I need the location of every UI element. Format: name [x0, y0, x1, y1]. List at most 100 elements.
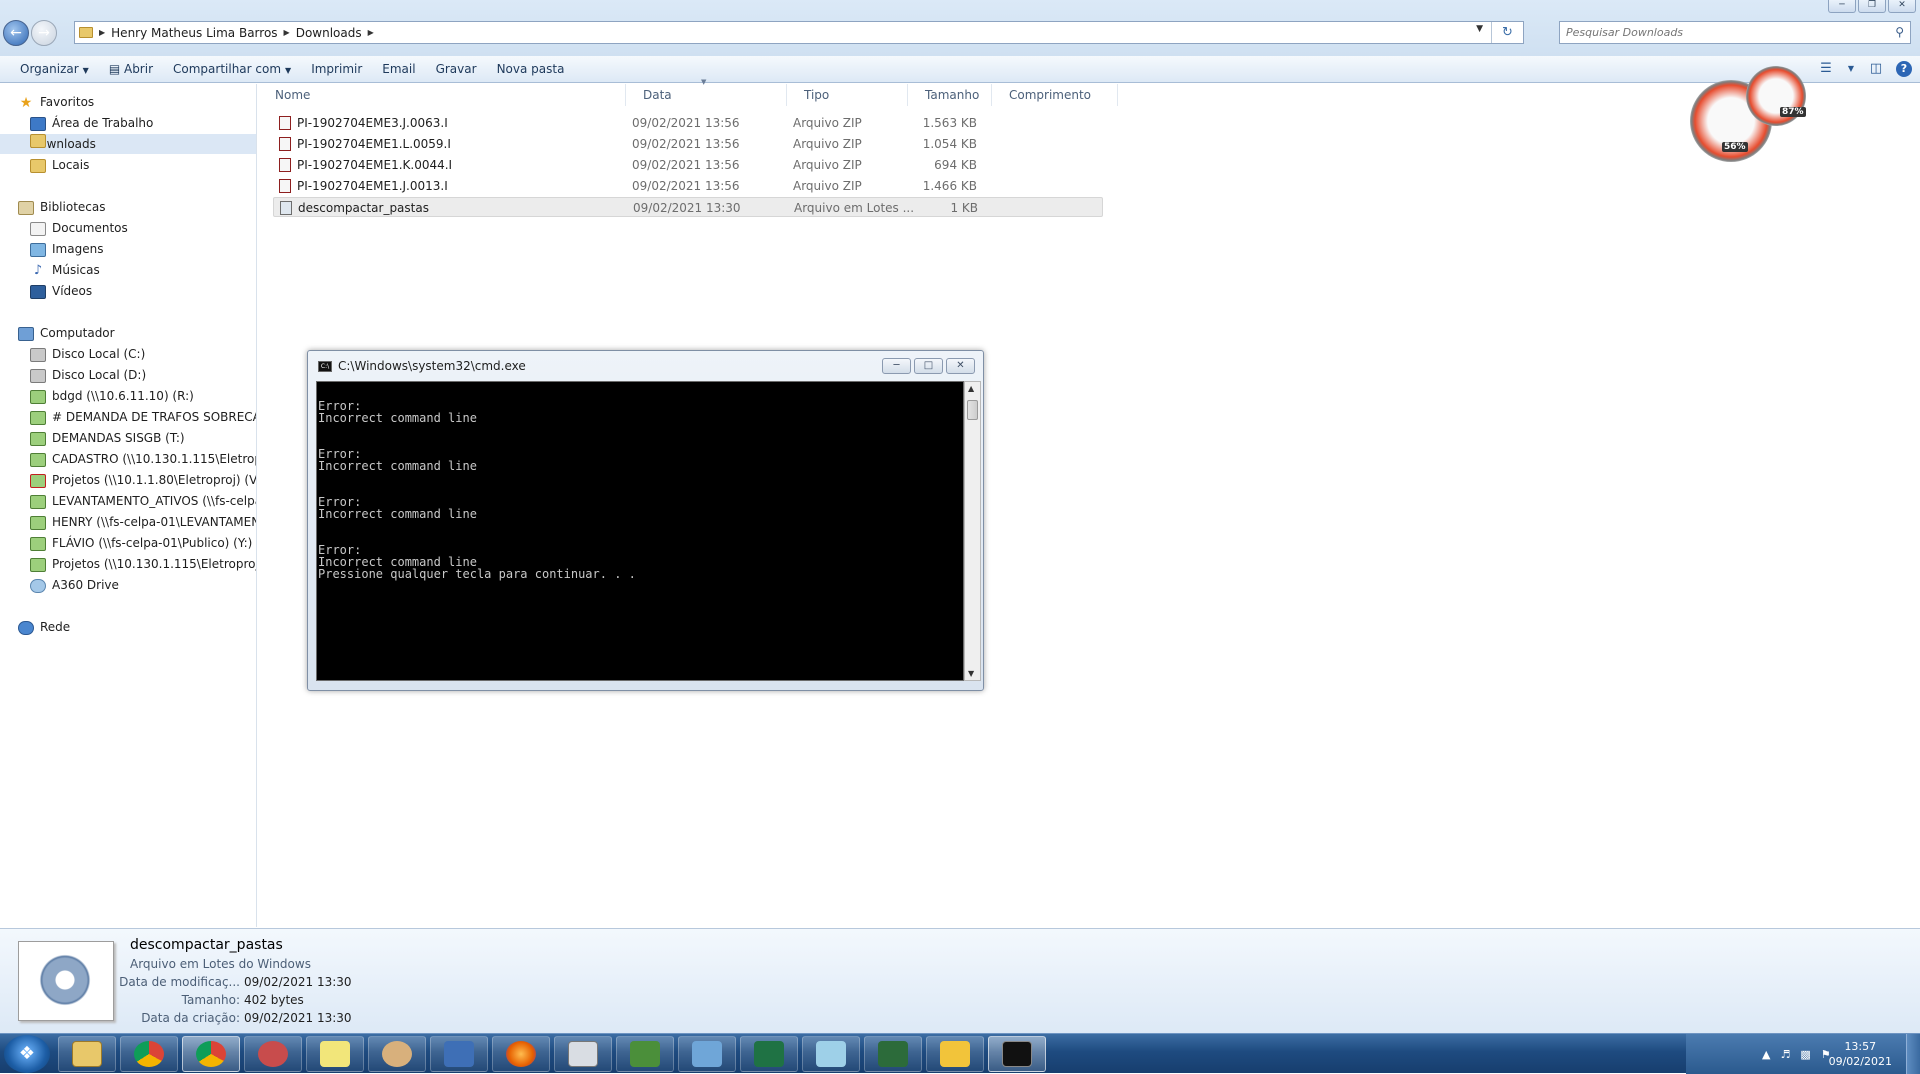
- taskbar-notepad[interactable]: [802, 1036, 860, 1072]
- cmd-window[interactable]: C:\ C:\Windows\system32\cmd.exe ─ □ ✕ Er…: [307, 350, 984, 691]
- taskbar-remote-desktop[interactable]: [430, 1036, 488, 1072]
- nav-libraries[interactable]: Bibliotecas: [18, 197, 274, 217]
- burn-button[interactable]: Gravar: [426, 58, 487, 80]
- show-desktop-button[interactable]: [1906, 1034, 1920, 1074]
- column-date[interactable]: Data: [626, 84, 787, 106]
- nav-drive-trafos[interactable]: # DEMANDA DE TRAFOS SOBRECARREGADOS: [0, 407, 256, 427]
- nav-drive-v[interactable]: Projetos (\\10.1.1.80\Eletroproj) (V:): [0, 470, 256, 490]
- calculator-icon: [568, 1041, 598, 1067]
- preview-pane-icon[interactable]: ◫: [1866, 59, 1886, 79]
- open-button[interactable]: ▤ Abrir: [99, 58, 163, 80]
- scroll-down-icon[interactable]: ▼: [968, 669, 974, 678]
- minimize-button[interactable]: ─: [1828, 0, 1856, 13]
- taskbar-media-center[interactable]: [616, 1036, 674, 1072]
- show-hidden-icons-icon[interactable]: ▲: [1762, 1048, 1770, 1061]
- view-dropdown-icon[interactable]: ▼: [1846, 59, 1856, 79]
- nav-drive-z[interactable]: Projetos (\\10.130.1.115\Eletroproj) (Z:…: [0, 554, 256, 574]
- nav-downloads[interactable]: Downloads: [0, 134, 256, 154]
- nav-drive-d[interactable]: Disco Local (D:): [0, 365, 256, 385]
- column-size[interactable]: Tamanho: [908, 84, 992, 106]
- taskbar-folder-app[interactable]: [926, 1036, 984, 1072]
- file-row[interactable]: PI-1902704EME1.J.0013.I 09/02/2021 13:56…: [273, 176, 1103, 196]
- nav-places[interactable]: Locais: [0, 155, 256, 175]
- breadcrumb-chevron-icon[interactable]: ▶: [99, 28, 105, 37]
- nav-computer[interactable]: Computador: [18, 323, 274, 343]
- taskbar-explorer[interactable]: [58, 1036, 116, 1072]
- cpu-usage-value: 56%: [1722, 142, 1748, 152]
- address-dropdown-icon[interactable]: ▼: [1476, 24, 1483, 34]
- file-row[interactable]: PI-1902704EME1.L.0059.I 09/02/2021 13:56…: [273, 134, 1103, 154]
- nav-desktop[interactable]: Área de Trabalho: [0, 113, 256, 133]
- search-input[interactable]: [1560, 22, 1860, 43]
- cmd-window-controls: ─ □ ✕: [882, 358, 975, 374]
- taskbar-cmd[interactable]: [988, 1036, 1046, 1072]
- taskbar-sticky-notes[interactable]: [306, 1036, 364, 1072]
- forward-arrow-icon: →: [38, 25, 50, 41]
- taskbar-terminal-app[interactable]: [864, 1036, 922, 1072]
- console-output[interactable]: Error: Incorrect command line Error: Inc…: [316, 381, 964, 681]
- nav-music[interactable]: ♪ Músicas: [0, 260, 256, 280]
- nav-videos[interactable]: Vídeos: [0, 281, 256, 301]
- back-button[interactable]: ←: [3, 20, 29, 46]
- breadcrumb-chevron-icon[interactable]: ▶: [284, 28, 290, 37]
- address-bar[interactable]: ▶ Henry Matheus Lima Barros ▶ Downloads …: [74, 21, 1524, 44]
- nav-drive-y[interactable]: FLÁVIO (\\fs-celpa-01\Publico) (Y:): [0, 533, 256, 553]
- file-row-selected[interactable]: descompactar_pastas 09/02/2021 13:30 Arq…: [273, 197, 1103, 217]
- network-status-icon[interactable]: ▩: [1800, 1048, 1810, 1061]
- taskbar-paint[interactable]: [368, 1036, 426, 1072]
- nav-network[interactable]: Rede: [18, 617, 274, 637]
- cmd-minimize-button[interactable]: ─: [882, 358, 911, 374]
- breadcrumb-chevron-icon[interactable]: ▶: [368, 28, 374, 37]
- search-icon[interactable]: ⚲: [1895, 25, 1904, 39]
- new-folder-button[interactable]: Nova pasta: [487, 58, 575, 80]
- taskbar-chrome[interactable]: [120, 1036, 178, 1072]
- taskbar-firefox[interactable]: [492, 1036, 550, 1072]
- nav-drive-c[interactable]: Disco Local (C:): [0, 344, 256, 364]
- media-center-icon: [630, 1041, 660, 1067]
- photo-viewer-icon: [692, 1041, 722, 1067]
- nav-drive-r[interactable]: bdgd (\\10.6.11.10) (R:): [0, 386, 256, 406]
- cmd-icon: C:\: [318, 360, 332, 372]
- taskbar-photo-viewer[interactable]: [678, 1036, 736, 1072]
- nav-drive-t[interactable]: DEMANDAS SISGB (T:): [0, 428, 256, 448]
- column-type[interactable]: Tipo: [787, 84, 908, 106]
- close-button[interactable]: ✕: [1888, 0, 1916, 13]
- cpu-meter-gadget[interactable]: 56% 87%: [1690, 66, 1820, 166]
- organize-button[interactable]: Organizar ▼: [10, 58, 99, 80]
- taskbar-chrome-profile[interactable]: [182, 1036, 240, 1072]
- pictures-icon: [30, 242, 46, 257]
- cmd-title-bar[interactable]: C:\ C:\Windows\system32\cmd.exe: [318, 359, 526, 373]
- taskbar-excel[interactable]: [740, 1036, 798, 1072]
- file-row[interactable]: PI-1902704EME3.J.0063.I 09/02/2021 13:56…: [273, 113, 1103, 133]
- search-box[interactable]: ⚲: [1559, 21, 1911, 44]
- taskbar-snipping-tool[interactable]: [244, 1036, 302, 1072]
- breadcrumb-downloads[interactable]: Downloads: [296, 26, 362, 40]
- file-row[interactable]: PI-1902704EME1.K.0044.I 09/02/2021 13:56…: [273, 155, 1103, 175]
- breadcrumb-user[interactable]: Henry Matheus Lima Barros: [111, 26, 277, 40]
- console-scrollbar[interactable]: ▲ ▼: [964, 381, 981, 681]
- nav-drive-henry[interactable]: HENRY (\\fs-celpa-01\LEVANTAMENTO): [0, 512, 256, 532]
- scroll-up-icon[interactable]: ▲: [968, 384, 974, 393]
- email-button[interactable]: Email: [372, 58, 425, 80]
- nav-drive-cadastro[interactable]: CADASTRO (\\10.130.1.115\Eletroproj\CADA…: [0, 449, 256, 469]
- nav-drive-levantamento[interactable]: LEVANTAMENTO_ATIVOS (\\fs-celpa-01): [0, 491, 256, 511]
- nav-documents[interactable]: Documentos: [0, 218, 256, 238]
- help-icon[interactable]: ?: [1896, 61, 1912, 77]
- taskbar-calculator[interactable]: [554, 1036, 612, 1072]
- forward-button[interactable]: →: [31, 20, 57, 46]
- start-button[interactable]: ❖: [4, 1035, 50, 1073]
- nav-images[interactable]: Imagens: [0, 239, 256, 259]
- scroll-thumb[interactable]: [967, 400, 978, 420]
- cmd-close-button[interactable]: ✕: [946, 358, 975, 374]
- nav-a360-drive[interactable]: A360 Drive: [0, 575, 256, 595]
- column-length[interactable]: Comprimento: [992, 84, 1118, 106]
- print-button[interactable]: Imprimir: [301, 58, 372, 80]
- cmd-maximize-button[interactable]: □: [914, 358, 943, 374]
- refresh-icon[interactable]: ↻: [1491, 22, 1523, 43]
- restore-button[interactable]: ❐: [1858, 0, 1886, 13]
- column-name[interactable]: Nome: [258, 84, 626, 106]
- share-button[interactable]: Compartilhar com ▼: [163, 58, 301, 80]
- clock[interactable]: 13:57 09/02/2021: [1829, 1039, 1892, 1069]
- nav-favorites[interactable]: ★ Favoritos: [18, 92, 274, 112]
- volume-icon[interactable]: ♬: [1780, 1048, 1790, 1061]
